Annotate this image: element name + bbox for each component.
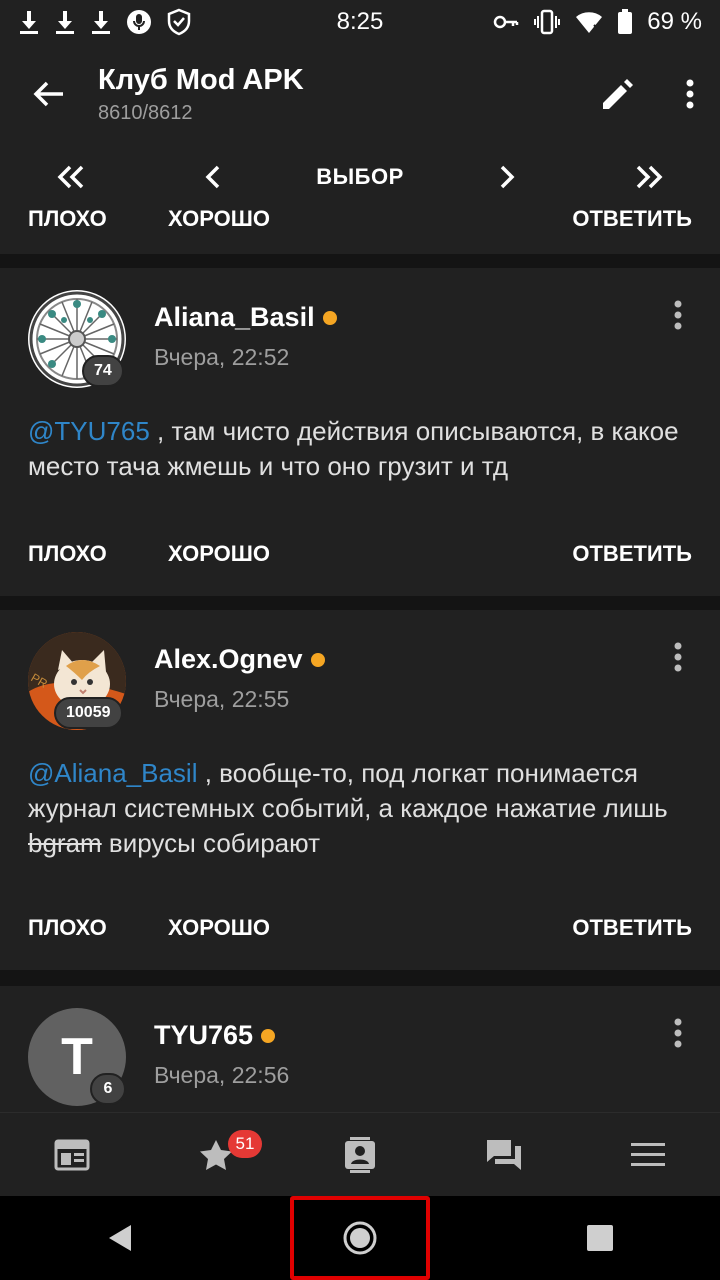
status-right-icons: 69 % (493, 8, 702, 36)
post-body: @Aliana_Basil , вообще-то, под логкат по… (28, 756, 692, 861)
dislike-button[interactable]: ПЛОХО (28, 512, 168, 596)
online-indicator (310, 652, 325, 667)
system-navigation-bar (0, 1196, 720, 1280)
post-header: PR 10059 Alex.Ognev Вчера, 22:55 (28, 632, 692, 732)
prev-page-button[interactable] (142, 144, 284, 210)
post-menu-button[interactable] (658, 1008, 698, 1058)
nav-contacts[interactable] (288, 1113, 432, 1197)
system-recents-button[interactable] (530, 1196, 670, 1280)
battery-percent: 69 % (647, 8, 702, 35)
dislike-button[interactable]: ПЛОХО (28, 210, 168, 254)
post-card: T 6 TYU765 Вчера, 22:56 (0, 986, 720, 1112)
page-select-button[interactable]: ВЫБОР (284, 144, 436, 210)
double-chevron-left-icon (57, 165, 84, 189)
posts-feed[interactable]: ПЛОХО ХОРОШО ОТВЕТИТЬ 74 Aliana_Basil Вч… (0, 210, 720, 1112)
post-text-end: вирусы собирают (101, 828, 320, 858)
post-header: T 6 TYU765 Вчера, 22:56 (28, 1008, 692, 1108)
pencil-icon (603, 79, 633, 109)
nav-menu[interactable] (576, 1113, 720, 1197)
page-subtitle: 8610/8612 (98, 102, 193, 124)
post-body: @TYU765 , там чисто действия описываются… (28, 414, 692, 484)
chat-bubbles-icon (487, 1139, 521, 1170)
nav-favorites[interactable]: 51 (144, 1113, 288, 1197)
notification-badge: 51 (228, 1129, 262, 1158)
newspaper-icon (54, 1139, 90, 1170)
overflow-menu-button[interactable] (660, 44, 720, 144)
arrow-left-icon (33, 81, 63, 107)
username-text: Aliana_Basil (154, 302, 315, 332)
hamburger-menu-icon (631, 1142, 665, 1166)
mention-link[interactable]: @Aliana_Basil (28, 758, 197, 788)
download-icon (54, 9, 76, 35)
vibrate-icon (533, 9, 561, 35)
download-icon (90, 9, 112, 35)
reputation-badge: 10059 (54, 697, 123, 729)
post-time: Вчера, 22:55 (154, 686, 290, 712)
like-button[interactable]: ХОРОШО (168, 886, 368, 970)
post-menu-button[interactable] (658, 632, 698, 682)
online-indicator (322, 310, 337, 325)
reputation-badge: 6 (90, 1073, 126, 1105)
key-icon (493, 12, 519, 32)
online-indicator (261, 1028, 276, 1043)
username[interactable]: Alex.Ognev (154, 644, 325, 675)
post-time: Вчера, 22:52 (154, 344, 290, 370)
more-vertical-icon (674, 1018, 682, 1048)
square-recents-icon (587, 1225, 613, 1251)
post-menu-button[interactable] (658, 290, 698, 340)
chevron-right-icon (500, 165, 515, 189)
first-page-button[interactable] (0, 144, 142, 210)
post-card: ПЛОХО ХОРОШО ОТВЕТИТЬ (0, 210, 720, 254)
mention-link[interactable]: @TYU765 (28, 416, 150, 446)
system-home-button[interactable] (290, 1196, 430, 1280)
reply-button[interactable]: ОТВЕТИТЬ (572, 210, 692, 254)
post-header: 74 Aliana_Basil Вчера, 22:52 (28, 290, 692, 390)
battery-icon (617, 9, 633, 35)
username[interactable]: Aliana_Basil (154, 302, 337, 333)
app-bar: Клуб Mod APK 8610/8612 (0, 44, 720, 144)
more-vertical-icon (674, 300, 682, 330)
triangle-back-icon (109, 1225, 131, 1251)
status-bar: 8:25 69 % (0, 0, 720, 44)
more-vertical-icon (686, 79, 694, 109)
double-chevron-right-icon (636, 165, 663, 189)
post-actions: ПЛОХО ХОРОШО ОТВЕТИТЬ (0, 512, 720, 596)
avatar-letter: T (61, 1028, 93, 1086)
status-left-icons (18, 8, 192, 36)
nav-news[interactable] (0, 1113, 144, 1197)
username-text: TYU765 (154, 1020, 254, 1050)
contact-card-icon (345, 1136, 375, 1173)
system-back-button[interactable] (50, 1196, 190, 1280)
reply-button[interactable]: ОТВЕТИТЬ (572, 886, 692, 970)
post-time: Вчера, 22:56 (154, 1062, 290, 1088)
post-actions: ПЛОХО ХОРОШО ОТВЕТИТЬ (0, 210, 720, 254)
like-button[interactable]: ХОРОШО (168, 512, 368, 596)
username[interactable]: TYU765 (154, 1020, 276, 1051)
title-block: Клуб Mod APK 8610/8612 (98, 62, 582, 126)
edit-button[interactable] (582, 44, 654, 144)
more-vertical-icon (674, 642, 682, 672)
last-page-button[interactable] (578, 144, 720, 210)
nav-messages[interactable] (432, 1113, 576, 1197)
post-card: 74 Aliana_Basil Вчера, 22:52 @TYU765 , т… (0, 268, 720, 596)
shield-icon (166, 8, 192, 36)
download-icon (18, 9, 40, 35)
reply-button[interactable]: ОТВЕТИТЬ (572, 512, 692, 596)
like-button[interactable]: ХОРОШО (168, 210, 368, 254)
pagination-bar: ВЫБОР (0, 144, 720, 210)
reputation-badge: 74 (82, 355, 124, 387)
dislike-button[interactable]: ПЛОХО (28, 886, 168, 970)
wifi-icon (575, 10, 603, 34)
bottom-navigation: 51 (0, 1112, 720, 1196)
page-title: Клуб Mod APK (98, 64, 304, 96)
circle-home-icon (343, 1221, 377, 1255)
post-card: PR 10059 Alex.Ognev Вчера, 22:55 @Aliana… (0, 610, 720, 970)
back-button[interactable] (0, 44, 98, 144)
struck-text: bgram (28, 828, 102, 858)
mic-icon (126, 9, 152, 35)
chevron-left-icon (205, 165, 220, 189)
username-text: Alex.Ognev (154, 644, 303, 674)
next-page-button[interactable] (436, 144, 578, 210)
post-actions: ПЛОХО ХОРОШО ОТВЕТИТЬ (0, 886, 720, 970)
